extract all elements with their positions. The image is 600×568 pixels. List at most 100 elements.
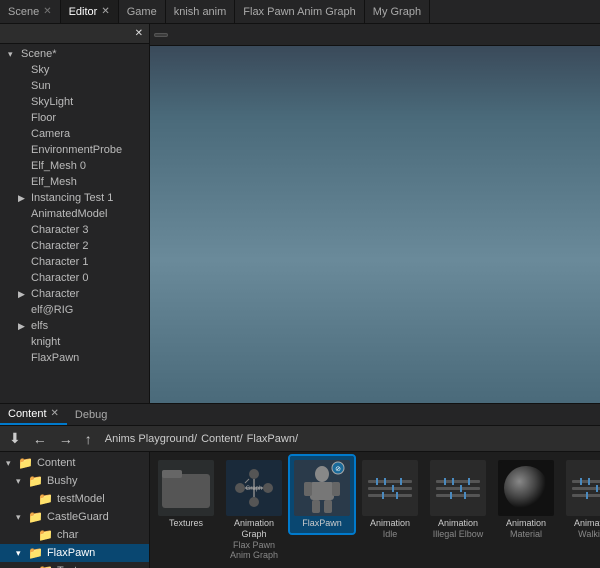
tree-item-label: Floor [31,112,56,124]
tree-item[interactable]: ▾Scene* [0,46,149,62]
tree-item[interactable]: Camera [0,126,149,142]
forward-button[interactable]: → [56,430,76,448]
tree-item[interactable]: Character 3 [0,222,149,238]
tree-item[interactable]: elf@RIG [0,302,149,318]
file-item[interactable]: ⊘ FlaxPawn [290,456,354,533]
tree-item[interactable]: AnimatedModel [0,206,149,222]
breadcrumb-part[interactable]: Content/ [201,433,243,445]
tree-item-label: elfs [31,320,48,332]
view-button[interactable] [154,33,168,37]
bottom-section: Content ✕ Debug ⬇ ← → ↑ Anims Playground/… [0,403,600,568]
top-tab-my-graph[interactable]: My Graph [365,0,430,23]
file-item[interactable]: Graph Animation GraphFlax Pawn Anim Grap… [222,456,286,564]
breadcrumb: Anims Playground/ Content/ FlaxPawn/ [105,433,298,445]
file-label: Animation [360,518,420,529]
file-item[interactable]: AnimationIdle [358,456,422,543]
folder-tree-item[interactable]: ▾📁CastleGuard [0,508,149,526]
top-tab-editor[interactable]: Editor ✕ [61,0,119,23]
up-button[interactable]: ↑ [82,430,95,448]
svg-text:⊘: ⊘ [335,466,341,473]
folder-tree-item[interactable]: 📁testModel [0,490,149,508]
folder-tree-item[interactable]: 📁char [0,526,149,544]
folder-arrow-icon: ▾ [16,512,26,523]
tree-item[interactable]: SkyLight [0,94,149,110]
file-sublabel: Illegal Elbow [428,529,488,539]
bottom-tab-label: Debug [75,409,107,421]
bottom-tab-content[interactable]: Content ✕ [0,404,67,425]
tree-item-label: Character 3 [31,224,88,236]
folder-icon: 📁 [28,474,43,488]
tree-item[interactable]: Sky [0,62,149,78]
folder-item-label: Content [37,457,76,469]
file-sublabel: Material [496,529,556,539]
tree-item[interactable]: ▶Instancing Test 1 [0,190,149,206]
top-tab-knish-anim[interactable]: knish anim [166,0,236,23]
folder-arrow-icon: ▾ [16,476,26,487]
tree-item[interactable]: Character 1 [0,254,149,270]
top-tab-label: Editor [69,6,98,18]
folder-tree-item[interactable]: ▾📁Content [0,454,149,472]
close-icon[interactable]: ✕ [101,6,109,17]
tree-item-label: Character 0 [31,272,88,284]
tree-item[interactable]: Elf_Mesh [0,174,149,190]
file-grid: Textures Graph Animation GraphFlax Pawn … [150,452,600,568]
folder-tree-item[interactable]: 📁Textures [0,562,149,568]
bottom-toolbar: ⬇ ← → ↑ Anims Playground/ Content/ FlaxP… [0,426,600,452]
file-item[interactable]: AnimationIllegal Elbow [426,456,490,543]
file-item[interactable]: Textures [154,456,218,533]
tree-item[interactable]: Sun [0,78,149,94]
download-button[interactable]: ⬇ [6,429,24,448]
tree-item-label: Elf_Mesh [31,176,77,188]
file-sublabel: Walking [564,529,600,539]
top-tab-label: My Graph [373,6,421,18]
file-item[interactable]: AnimationWalking [562,456,600,543]
scene-panel-close[interactable]: ✕ [135,28,143,39]
tree-item-label: FlaxPawn [31,352,79,364]
tree-arrow-icon: ▾ [8,49,18,60]
file-sublabel: Idle [360,529,420,539]
folder-tree-item[interactable]: ▾📁FlaxPawn [0,544,149,562]
file-item[interactable]: AnimationMaterial [494,456,558,543]
folder-icon: 📁 [38,564,53,568]
close-icon[interactable]: ✕ [51,408,59,419]
tree-item-label: SkyLight [31,96,73,108]
tree-item-label: Instancing Test 1 [31,192,113,204]
scene-panel: ✕ ▾Scene*SkySunSkyLightFloorCameraEnviro… [0,24,150,403]
scene-tree: ▾Scene*SkySunSkyLightFloorCameraEnvironm… [0,44,149,368]
tree-item[interactable]: knight [0,334,149,350]
tree-item-label: Character [31,288,79,300]
tree-item[interactable]: Floor [0,110,149,126]
top-tab-game[interactable]: Game [119,0,166,23]
top-tab-label: Scene [8,6,39,18]
tree-item[interactable]: EnvironmentProbe [0,142,149,158]
breadcrumb-part[interactable]: Anims Playground/ [105,433,197,445]
file-label: FlaxPawn [292,518,352,529]
tree-item-label: knight [31,336,60,348]
top-tab-flax-pawn-anim-graph[interactable]: Flax Pawn Anim Graph [235,0,365,23]
tree-item-label: Character 1 [31,256,88,268]
tree-item-label: Scene* [21,48,56,60]
tree-item-label: Elf_Mesh 0 [31,160,86,172]
file-label: Animation Graph [224,518,284,540]
viewport [150,24,600,403]
tree-item[interactable]: ▶elfs [0,318,149,334]
tree-item-label: EnvironmentProbe [31,144,122,156]
bottom-tab-debug[interactable]: Debug [67,404,115,425]
close-icon[interactable]: ✕ [43,6,51,17]
breadcrumb-part[interactable]: FlaxPawn/ [247,433,298,445]
top-tab-scene[interactable]: Scene ✕ [0,0,61,23]
back-button[interactable]: ← [30,430,50,448]
tree-item[interactable]: FlaxPawn [0,350,149,366]
top-tab-label: Flax Pawn Anim Graph [243,6,356,18]
bottom-tab-label: Content [8,408,47,420]
viewport-background [150,46,600,403]
tree-item[interactable]: ▶Character [0,286,149,302]
tree-item[interactable]: Elf_Mesh 0 [0,158,149,174]
tree-item[interactable]: Character 2 [0,238,149,254]
folder-tree-item[interactable]: ▾📁Bushy [0,472,149,490]
folder-icon: 📁 [38,528,53,542]
file-label: Textures [156,518,216,529]
tree-item[interactable]: Character 0 [0,270,149,286]
file-thumbnail: Graph [226,460,282,516]
folder-item-label: FlaxPawn [47,547,95,559]
